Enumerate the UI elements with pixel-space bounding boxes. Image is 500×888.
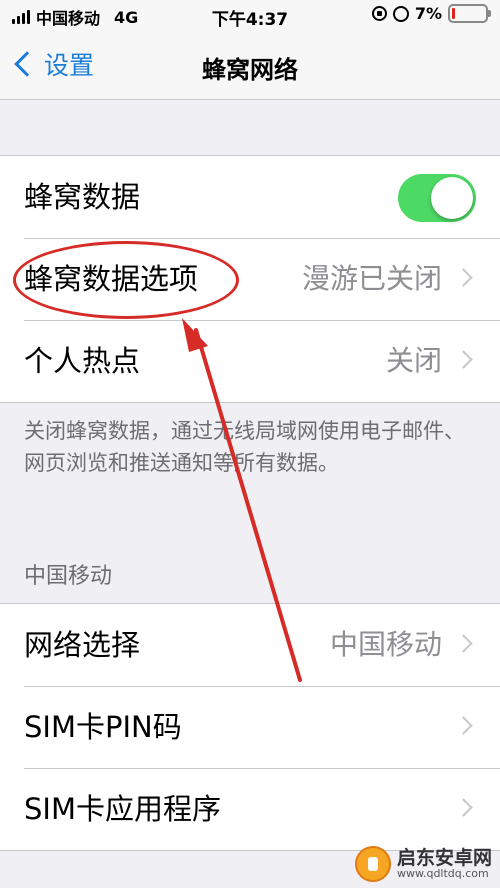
carrier-section-header: 中国移动 (24, 564, 113, 589)
watermark: 启东安卓网 www.qdltdq.com (354, 846, 492, 882)
cellular-footer-note: 关闭蜂窝数据，通过无线局域网使用电子邮件、网页浏览和推送通知等所有数据。 (24, 419, 465, 475)
personal-hotspot-label: 个人热点 (24, 344, 141, 378)
chevron-right-icon (454, 634, 473, 653)
watermark-url: www.qdltdq.com (396, 867, 489, 881)
cellular-data-toggle[interactable] (398, 174, 476, 222)
watermark-logo-icon (354, 846, 391, 882)
status-right: 7% (371, 4, 491, 23)
sim-pin-row[interactable]: SIM卡PIN码 (0, 686, 500, 768)
network-selection-row[interactable]: 网络选择 中国移动 (0, 604, 500, 686)
rotation-lock-icon (371, 6, 387, 21)
alarm-icon (392, 5, 409, 22)
network-selection-value: 中国移动 (329, 628, 442, 661)
sim-pin-label: SIM卡PIN码 (24, 710, 182, 744)
cellular-data-row: 蜂窝数据 (0, 156, 500, 238)
sim-applications-label: SIM卡应用程序 (24, 792, 221, 826)
personal-hotspot-value: 关闭 (385, 344, 442, 377)
cellular-data-label: 蜂窝数据 (24, 180, 141, 214)
network-selection-label: 网络选择 (24, 628, 141, 662)
watermark-name: 启东安卓网 (396, 846, 492, 869)
navigation-bar: 设置 蜂窝网络 (0, 34, 500, 100)
sim-applications-row[interactable]: SIM卡应用程序 (0, 768, 500, 850)
battery-icon (448, 4, 491, 23)
chevron-right-icon (454, 798, 473, 817)
chevron-right-icon (454, 716, 473, 735)
personal-hotspot-row[interactable]: 个人热点 关闭 (0, 320, 500, 402)
carrier-settings-group: 网络选择 中国移动 SIM卡PIN码 SIM卡应用程序 (0, 603, 500, 851)
page-title: 蜂窝网络 (202, 56, 298, 84)
battery-percent: 7% (414, 4, 442, 23)
chevron-right-icon (454, 268, 473, 287)
roaming-status-value: 漫游已关闭 (301, 262, 442, 295)
chevron-right-icon (454, 350, 473, 369)
status-bar: 中国移动 4G 下午4:37 7% (0, 0, 500, 34)
annotation-circle (13, 241, 239, 319)
